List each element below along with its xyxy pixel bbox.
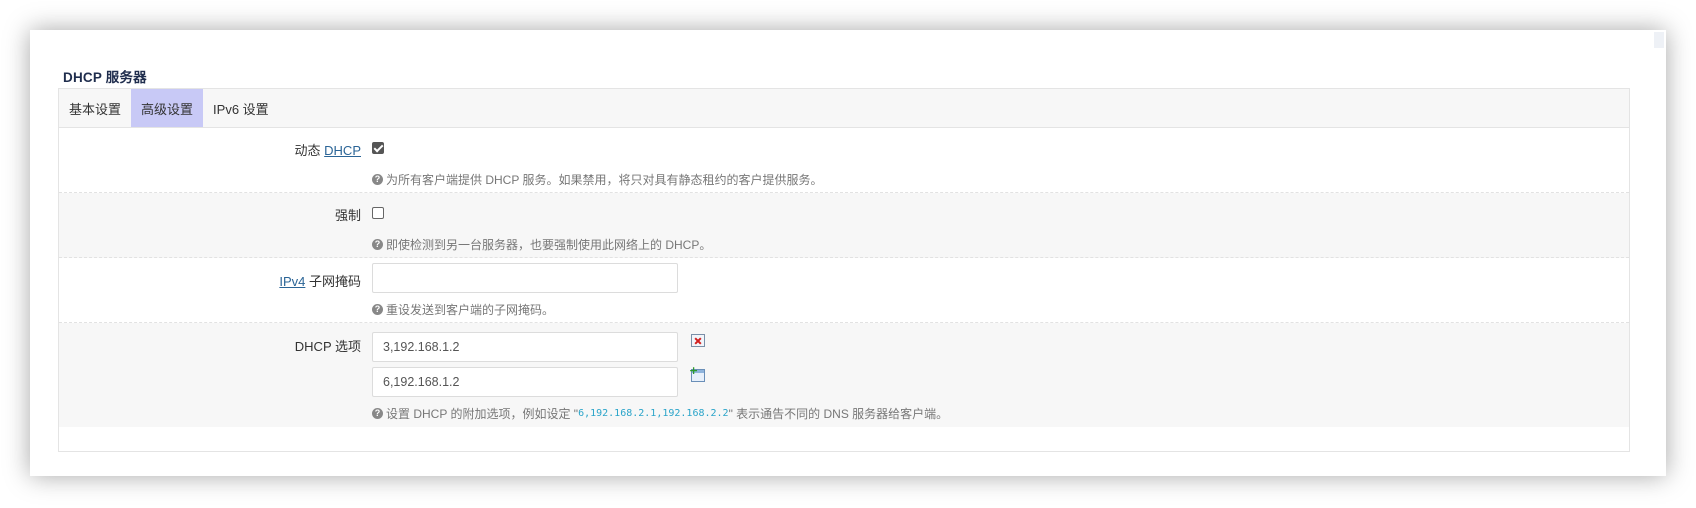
dhcp-options-help: ? 设置 DHCP 的附加选项，例如设定 " 6,192.168.2.1,192.… — [372, 405, 948, 422]
question-circle-icon: ? — [372, 174, 383, 185]
dynamic-dhcp-checkbox[interactable] — [372, 142, 384, 154]
settings-card: DHCP 服务器 基本设置 高级设置 IPv6 设置 动态 DHCP ? 为所有… — [30, 30, 1666, 476]
dhcp-option-input[interactable]: 6,192.168.1.2 — [372, 367, 678, 397]
tab-ipv6-settings[interactable]: IPv6 设置 — [203, 89, 279, 127]
tab-basic-settings[interactable]: 基本设置 — [59, 89, 131, 127]
row-force: 强制 ? 即使检测到另一台服务器，也要强制使用此网络上的 DHCP。 — [59, 193, 1629, 258]
settings-panel: 基本设置 高级设置 IPv6 设置 动态 DHCP ? 为所有客户端提供 DHC… — [58, 88, 1630, 452]
dhcp-option-input[interactable]: 3,192.168.1.2 — [372, 332, 678, 362]
dynamic-dhcp-help-text: 为所有客户端提供 DHCP 服务。如果禁用，将只对具有静态租约的客户提供服务。 — [386, 173, 823, 187]
ipv4-netmask-help: ? 重设发送到客户端的子网掩码。 — [372, 301, 554, 318]
row-dhcp-options: DHCP 选项 3,192.168.1.2 6,192.168.1.2 ? 设置… — [59, 323, 1629, 427]
force-checkbox[interactable] — [372, 207, 384, 219]
ipv4-netmask-help-text: 重设发送到客户端的子网掩码。 — [386, 303, 555, 317]
tab-bar: 基本设置 高级设置 IPv6 设置 — [59, 89, 1629, 128]
question-circle-icon: ? — [372, 304, 383, 315]
scroll-indicator — [1654, 32, 1664, 48]
dhcp-link[interactable]: DHCP — [324, 143, 361, 158]
dhcp-options-help-text-end: " 表示通告不同的 DNS 服务器给客户端。 — [728, 407, 949, 421]
force-help: ? 即使检测到另一台服务器，也要强制使用此网络上的 DHCP。 — [372, 236, 711, 253]
dhcp-options-help-text: 设置 DHCP 的附加选项，例如设定 " — [386, 407, 579, 421]
force-label: 强制 — [334, 208, 361, 223]
ipv4-netmask-label-text: 子网掩码 — [305, 274, 361, 289]
question-circle-icon: ? — [372, 408, 383, 419]
question-circle-icon: ? — [372, 239, 383, 250]
section-title: DHCP 服务器 — [63, 70, 147, 85]
dynamic-dhcp-label-text: 动态 — [294, 143, 325, 158]
ipv4-netmask-input[interactable] — [372, 263, 678, 293]
dhcp-options-label: DHCP 选项 — [294, 339, 361, 354]
force-help-text: 即使检测到另一台服务器，也要强制使用此网络上的 DHCP。 — [386, 238, 712, 252]
dhcp-options-example: 6,192.168.2.1,192.168.2.2 — [578, 408, 729, 419]
tab-advanced-settings[interactable]: 高级设置 — [131, 89, 204, 127]
ipv4-link[interactable]: IPv4 — [279, 274, 305, 289]
row-dynamic-dhcp: 动态 DHCP ? 为所有客户端提供 DHCP 服务。如果禁用，将只对具有静态租… — [59, 128, 1629, 193]
remove-entry-icon[interactable] — [691, 334, 705, 347]
row-ipv4-netmask: IPv4 子网掩码 ? 重设发送到客户端的子网掩码。 — [59, 258, 1629, 323]
dynamic-dhcp-label: 动态 DHCP — [295, 140, 361, 159]
add-entry-icon[interactable] — [689, 364, 705, 382]
dynamic-dhcp-help: ? 为所有客户端提供 DHCP 服务。如果禁用，将只对具有静态租约的客户提供服务… — [372, 171, 822, 188]
ipv4-netmask-label: IPv4 子网掩码 — [279, 271, 361, 290]
